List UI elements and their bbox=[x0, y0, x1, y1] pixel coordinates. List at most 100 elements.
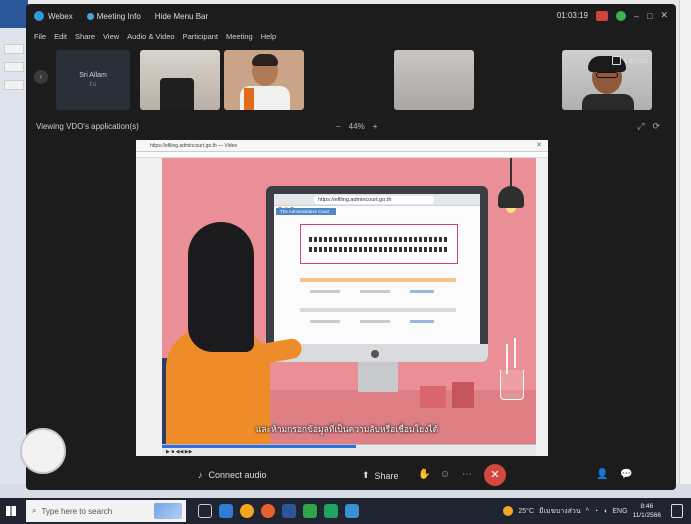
menu-audio-video[interactable]: Audio & Video bbox=[127, 32, 174, 41]
weather-temp[interactable]: 25°C bbox=[518, 508, 534, 515]
search-highlight-image bbox=[154, 503, 182, 519]
webex-taskbar-icon[interactable] bbox=[345, 504, 359, 518]
share-button[interactable]: ⬆ Share bbox=[362, 470, 399, 481]
minimize-button[interactable]: – bbox=[634, 11, 639, 21]
shared-close-icon: ✕ bbox=[536, 142, 542, 149]
form-row bbox=[300, 308, 456, 312]
volume-icon[interactable]: ◖ bbox=[603, 508, 607, 515]
form-field bbox=[310, 290, 340, 293]
menu-help[interactable]: Help bbox=[261, 32, 276, 41]
media-player-controls[interactable]: ▶ ■ ◀◀ ▶▶ bbox=[162, 444, 536, 456]
chat-icon[interactable]: 💬 bbox=[620, 469, 632, 480]
monitor-screen: https://efiling.admincourt.go.th The Adm… bbox=[274, 194, 480, 344]
word-file-tab[interactable] bbox=[0, 0, 28, 28]
meeting-info-button[interactable]: Meeting Info bbox=[86, 11, 141, 21]
meeting-timer: 01:03:19 bbox=[556, 11, 588, 20]
task-view-icon[interactable] bbox=[198, 504, 212, 518]
meeting-controls: ♪ Connect audio ⬆ Share ✋ ☺ ⋯ ✕ 👤 💬 bbox=[26, 462, 676, 490]
close-window-button[interactable]: ✕ bbox=[660, 10, 668, 21]
person-hair bbox=[252, 54, 278, 66]
self-view-bubble[interactable] bbox=[20, 428, 66, 474]
menu-file[interactable]: File bbox=[34, 32, 46, 41]
hide-menu-bar-button[interactable]: Hide Menu Bar bbox=[155, 12, 208, 21]
layout-label: Layout bbox=[623, 56, 648, 65]
edge-icon[interactable] bbox=[219, 504, 233, 518]
menu-bar: File Edit Share View Audio & Video Parti… bbox=[26, 28, 276, 44]
url-bar: https://efiling.admincourt.go.th bbox=[314, 196, 434, 204]
clock-time: 8:46 bbox=[640, 503, 654, 510]
browser-bar: https://efiling.admincourt.go.th bbox=[274, 194, 480, 211]
pencil-cup bbox=[500, 370, 524, 400]
connection-status-icon[interactable] bbox=[616, 10, 626, 21]
weather-desc: มีเมฆบางส่วน bbox=[539, 507, 581, 515]
language-indicator[interactable]: ENG bbox=[612, 508, 627, 515]
zoom-in-button[interactable]: + bbox=[373, 122, 378, 131]
meeting-info-label: Meeting Info bbox=[96, 11, 141, 21]
connect-audio-button[interactable]: ♪ Connect audio bbox=[198, 470, 267, 480]
app-icon[interactable] bbox=[324, 504, 338, 518]
layout-icon bbox=[611, 56, 621, 65]
taskbar-clock[interactable]: 8:46 11/1/2566 bbox=[633, 502, 661, 520]
participants-icon[interactable]: 👤 bbox=[596, 469, 608, 480]
player-buttons[interactable]: ▶ ■ ◀◀ ▶▶ bbox=[166, 449, 192, 455]
maximize-button[interactable]: □ bbox=[647, 11, 652, 21]
end-call-button[interactable]: ✕ bbox=[484, 464, 506, 486]
lamp-bulb bbox=[506, 208, 516, 213]
reactions-icon[interactable]: ☺ bbox=[440, 469, 450, 480]
participant-strip: ‹ Sri Allam f.s Layout bbox=[26, 46, 676, 116]
password-field-highlight bbox=[300, 224, 458, 264]
start-button[interactable] bbox=[0, 498, 22, 524]
participant-tile-name-only[interactable]: Sri Allam f.s bbox=[56, 50, 130, 110]
chrome-icon[interactable] bbox=[240, 504, 254, 518]
expand-icon[interactable]: ⤢ bbox=[637, 121, 644, 132]
more-options-icon[interactable]: ⋯ bbox=[462, 469, 472, 480]
glasses bbox=[596, 72, 618, 78]
shared-window-titlebar: https://efiling.admincourt.go.th — Video… bbox=[136, 140, 548, 152]
menu-share[interactable]: Share bbox=[75, 32, 95, 41]
recording-icon[interactable] bbox=[596, 10, 608, 21]
shared-screen[interactable]: https://efiling.admincourt.go.th — Video… bbox=[136, 140, 548, 456]
view-options: ⤢ ⟳ bbox=[637, 121, 660, 132]
ribbon-tab bbox=[4, 44, 24, 54]
participant-video-4[interactable]: Layout bbox=[562, 50, 652, 110]
monitor-stand bbox=[358, 362, 398, 392]
menu-meeting[interactable]: Meeting bbox=[226, 32, 253, 41]
background-scrollbar bbox=[679, 0, 691, 498]
notification-icon[interactable] bbox=[671, 504, 683, 518]
person-body bbox=[582, 94, 634, 110]
word-icon[interactable] bbox=[282, 504, 296, 518]
line-icon[interactable] bbox=[303, 504, 317, 518]
share-label: Share bbox=[374, 470, 399, 481]
lamp-icon bbox=[498, 186, 524, 208]
taskbar-search-box[interactable]: ⌕ Type here to search bbox=[26, 500, 186, 522]
hand-icon[interactable]: ✋ bbox=[418, 469, 430, 480]
participant-video-3[interactable] bbox=[394, 50, 474, 110]
annotate-icon[interactable]: ⟳ bbox=[652, 121, 660, 132]
network-icon[interactable]: ◔ bbox=[594, 508, 598, 515]
menu-view[interactable]: View bbox=[103, 32, 119, 41]
shared-window-title: https://efiling.admincourt.go.th — Video bbox=[150, 143, 238, 149]
office-chair bbox=[160, 78, 194, 110]
menu-edit[interactable]: Edit bbox=[54, 32, 67, 41]
clock-date: 11/1/2566 bbox=[632, 512, 661, 519]
webex-logo-icon bbox=[34, 11, 44, 21]
ribbon-tab bbox=[4, 62, 24, 72]
tray-chevron-icon[interactable]: ^ bbox=[586, 508, 589, 515]
search-icon: ⌕ bbox=[32, 506, 37, 515]
windows-icon bbox=[6, 506, 16, 516]
playback-progress[interactable] bbox=[162, 445, 357, 448]
ribbon-tab bbox=[4, 80, 24, 90]
zoom-out-button[interactable]: − bbox=[336, 122, 341, 131]
participant-video-2[interactable] bbox=[224, 50, 304, 110]
share-icon: ⬆ bbox=[362, 470, 370, 480]
form-link bbox=[410, 320, 434, 323]
desk-box bbox=[452, 382, 474, 408]
firefox-icon[interactable] bbox=[261, 504, 275, 518]
window-dots bbox=[278, 198, 296, 211]
lanyard bbox=[244, 88, 254, 110]
menu-participant[interactable]: Participant bbox=[183, 32, 218, 41]
previous-participants-button[interactable]: ‹ bbox=[34, 70, 48, 84]
participant-video-1[interactable] bbox=[140, 50, 220, 110]
video-frame: https://efiling.admincourt.go.th The Adm… bbox=[162, 158, 536, 444]
layout-button[interactable]: Layout bbox=[611, 56, 648, 65]
